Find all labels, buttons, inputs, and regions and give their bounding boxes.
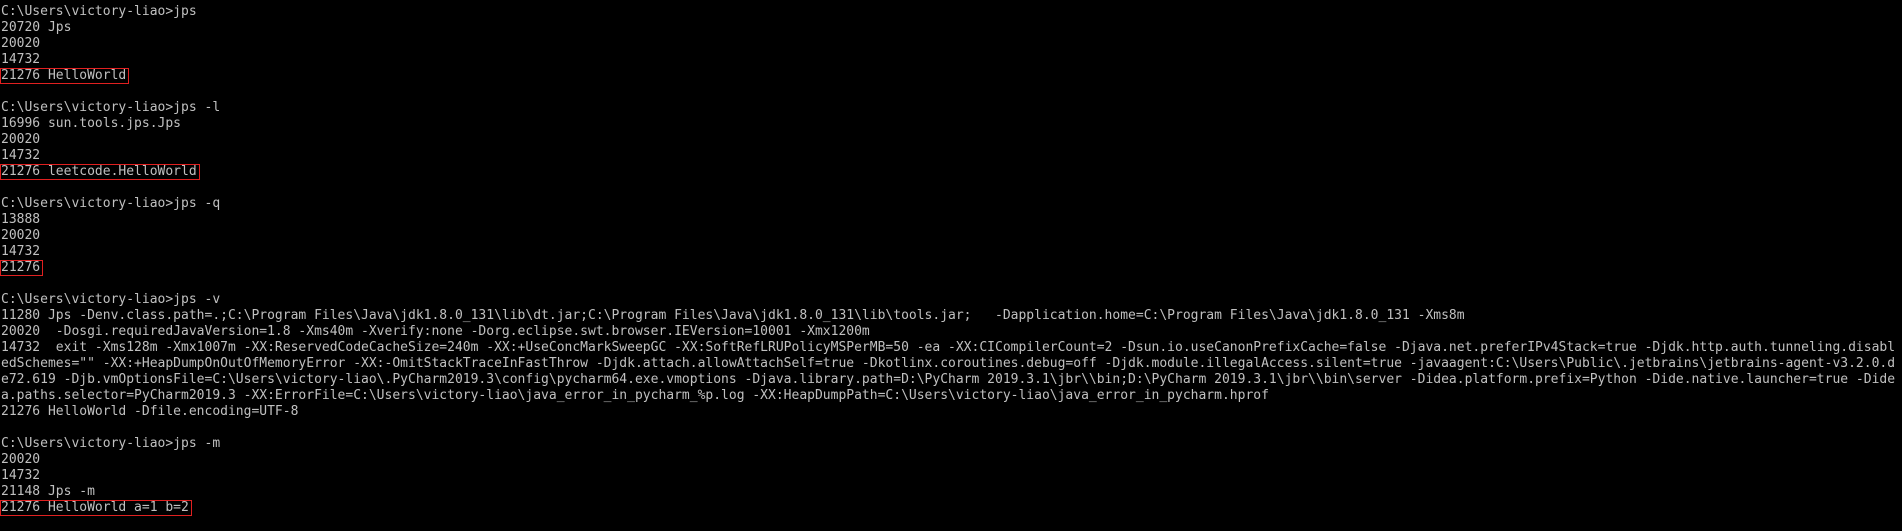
highlighted-output-line: 21276 HelloWorld	[0, 68, 1902, 84]
output-line: 20020	[1, 452, 41, 467]
terminal-window[interactable]: C:\Users\victory-liao>jps 20720 Jps 2002…	[0, 0, 1902, 531]
highlighted-output-line: 21276 leetcode.HelloWorld	[0, 164, 1902, 180]
command-prompt-jps-v: C:\Users\victory-liao>jps -v	[1, 292, 221, 307]
output-line: 20020	[1, 228, 41, 243]
output-line: 14732	[1, 468, 41, 483]
output-line: 20020	[1, 36, 41, 51]
output-line: 14732	[1, 148, 41, 163]
command-prompt-jps-m: C:\Users\victory-liao>jps -m	[1, 436, 221, 451]
output-line: 20720 Jps	[1, 20, 72, 35]
output-line: 11280 Jps -Denv.class.path=.;C:\Program …	[1, 308, 1465, 323]
output-line: 13888	[1, 212, 41, 227]
command-prompt-jps: C:\Users\victory-liao>jps	[1, 4, 197, 19]
output-line: 14732	[1, 244, 41, 259]
highlighted-output-line: 21276 HelloWorld a=1 b=2	[0, 500, 1902, 516]
output-line: 20020	[1, 132, 41, 147]
output-line: 20020 -Dosgi.requiredJavaVersion=1.8 -Xm…	[1, 324, 870, 339]
highlight-box: 21276 HelloWorld	[0, 68, 130, 84]
highlight-box: 21276	[0, 260, 44, 276]
highlight-box: 21276 HelloWorld a=1 b=2	[0, 500, 192, 516]
output-line: 21276 HelloWorld -Dfile.encoding=UTF-8	[1, 404, 299, 419]
command-prompt-jps-q: C:\Users\victory-liao>jps -q	[1, 196, 221, 211]
highlighted-output-line: 21276	[0, 260, 1902, 276]
output-line: 21148 Jps -m	[1, 484, 95, 499]
output-line-wrapped: 14732 exit -Xms128m -Xmx1007m -XX:Reserv…	[1, 340, 1896, 403]
output-line: 14732	[1, 52, 41, 67]
highlight-box: 21276 leetcode.HelloWorld	[0, 164, 200, 180]
output-line: 16996 sun.tools.jps.Jps	[1, 116, 182, 131]
command-prompt-jps-l: C:\Users\victory-liao>jps -l	[1, 100, 221, 115]
